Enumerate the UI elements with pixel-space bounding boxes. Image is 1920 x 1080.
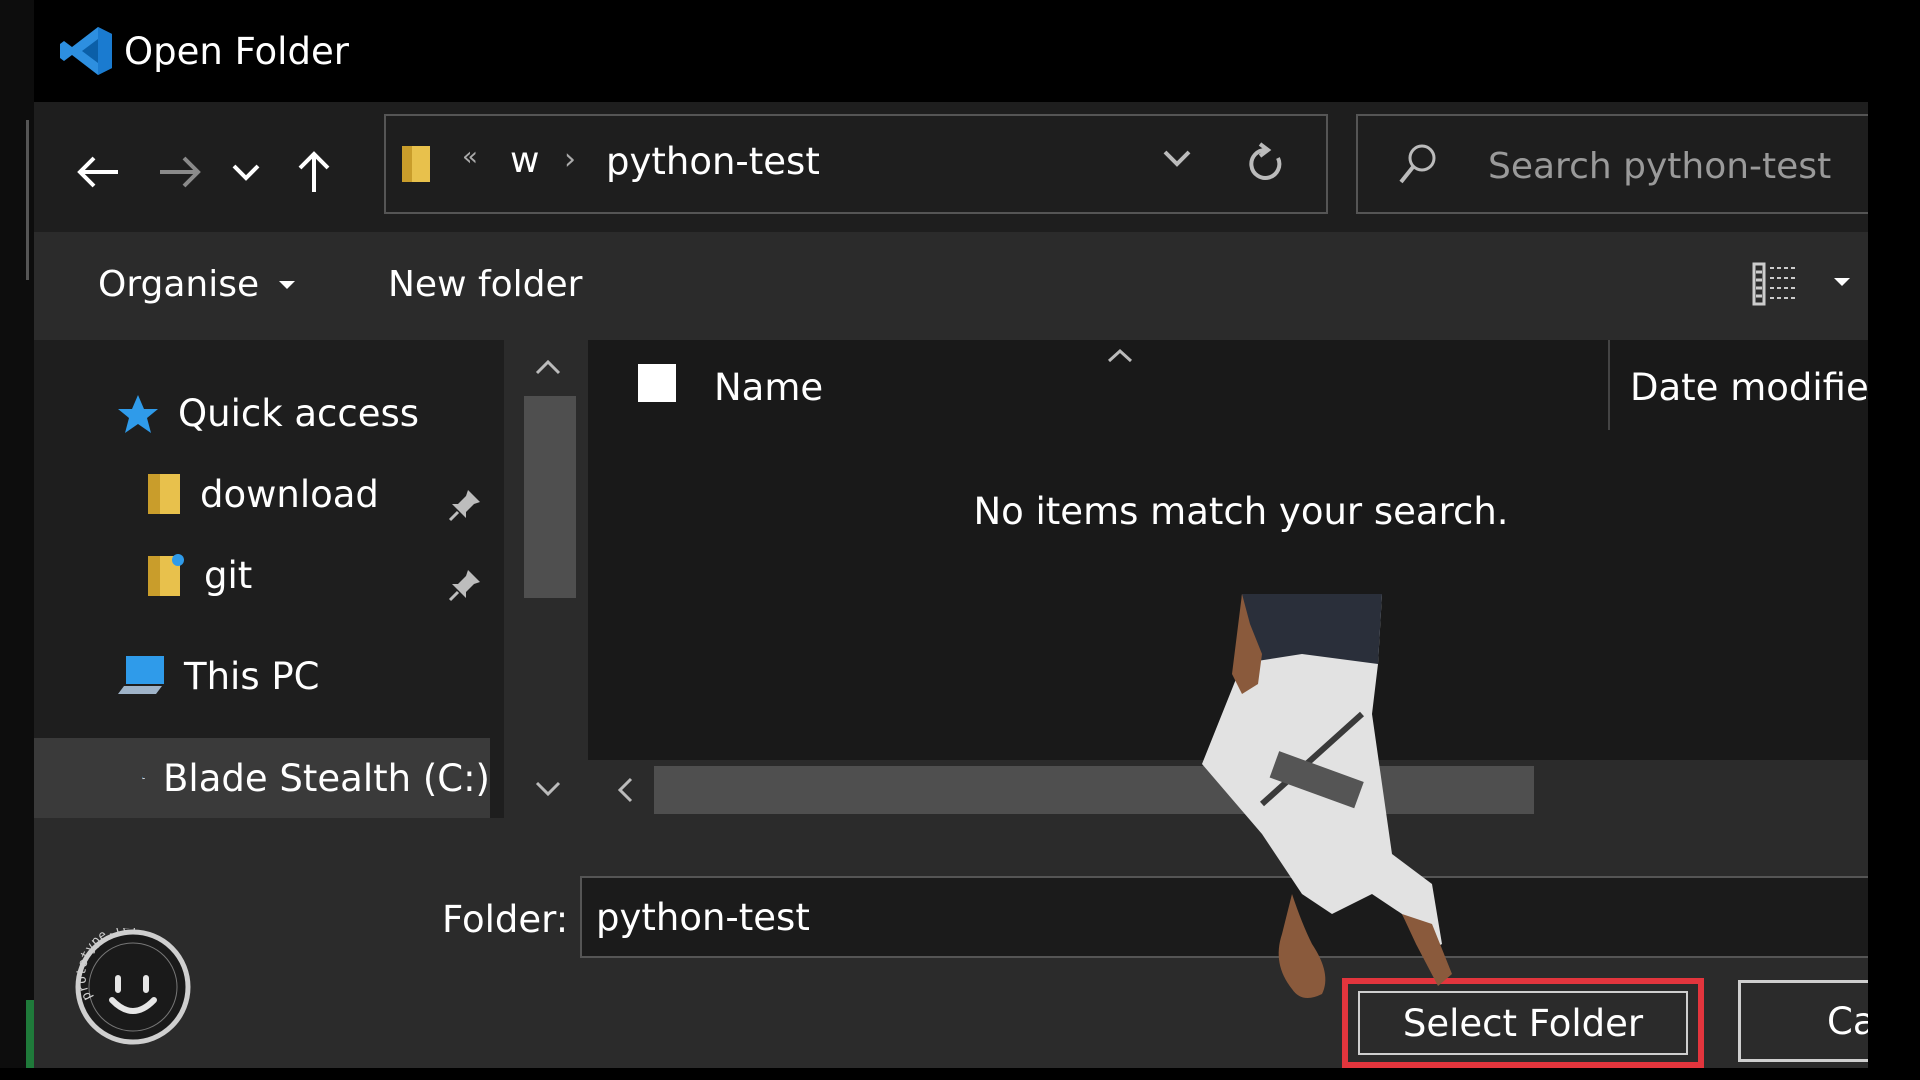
pin-icon[interactable] bbox=[448, 568, 482, 602]
folder-icon bbox=[148, 474, 180, 514]
background-scrollbar bbox=[26, 120, 29, 280]
drive-icon bbox=[142, 776, 145, 780]
vscode-icon bbox=[60, 27, 112, 75]
window-title: Open Folder bbox=[124, 30, 349, 73]
arrow-up-icon bbox=[298, 151, 330, 192]
scroll-left-icon[interactable] bbox=[616, 776, 634, 804]
nav-item-label: Blade Stealth (C:) bbox=[163, 756, 490, 800]
organise-label: Organise bbox=[98, 264, 260, 305]
arrow-left-icon bbox=[77, 156, 118, 188]
breadcrumb-current[interactable]: python-test bbox=[606, 140, 820, 183]
navigation-bar: « w › python-test bbox=[34, 102, 1894, 232]
person-cutout-image bbox=[1202, 594, 1452, 998]
arrow-right-icon bbox=[160, 156, 201, 188]
screen-edge bbox=[1868, 0, 1894, 1080]
forward-button[interactable] bbox=[150, 142, 210, 202]
caret-down-icon bbox=[279, 280, 296, 289]
select-all-checkbox[interactable] bbox=[638, 364, 676, 402]
nav-item-label: git bbox=[204, 553, 253, 597]
nav-item-label: Quick access bbox=[178, 392, 420, 435]
nav-item-label: download bbox=[200, 472, 379, 516]
navigation-pane-scrollbar[interactable] bbox=[512, 340, 580, 818]
breadcrumb-separator-icon[interactable]: › bbox=[564, 142, 576, 177]
breadcrumb-parent[interactable]: w bbox=[510, 140, 539, 181]
command-bar: Organise New folder bbox=[34, 232, 1894, 340]
pin-icon[interactable] bbox=[448, 488, 482, 522]
refresh-icon[interactable] bbox=[1246, 142, 1286, 186]
address-overflow[interactable]: « bbox=[462, 142, 478, 172]
address-bar[interactable]: « w › python-test bbox=[384, 114, 1328, 214]
nav-item-label: This PC bbox=[184, 654, 320, 698]
search-input[interactable] bbox=[1486, 140, 1890, 192]
back-button[interactable] bbox=[68, 142, 128, 202]
address-dropdown-icon[interactable] bbox=[1162, 148, 1192, 168]
search-icon bbox=[1399, 144, 1436, 184]
nav-item-blade-stealth[interactable]: Blade Stealth (C:) bbox=[34, 738, 490, 818]
up-button[interactable] bbox=[284, 142, 344, 202]
view-options-caret-icon[interactable] bbox=[1834, 278, 1850, 286]
nav-item-this-pc[interactable]: This PC bbox=[116, 654, 320, 698]
column-divider[interactable] bbox=[1608, 340, 1610, 430]
title-bar: Open Folder bbox=[34, 0, 1894, 102]
screen-bottom-edge bbox=[0, 1068, 1920, 1080]
watermark-logo: prototype.tel bbox=[74, 928, 191, 1045]
search-box[interactable] bbox=[1356, 114, 1894, 214]
folder-label: Folder: bbox=[442, 898, 569, 941]
column-header-name[interactable]: Name bbox=[714, 366, 823, 409]
recent-locations-button[interactable] bbox=[216, 142, 276, 202]
folder-icon bbox=[148, 554, 184, 596]
new-folder-button[interactable]: New folder bbox=[388, 264, 582, 305]
chevron-down-icon bbox=[232, 164, 260, 181]
open-folder-dialog: Open Folder « w › python-test Search pyt… bbox=[34, 0, 1894, 1080]
background-accent bbox=[26, 1000, 34, 1070]
organise-button[interactable]: Organise bbox=[98, 264, 296, 305]
computer-icon bbox=[118, 656, 164, 694]
scrollbar-thumb[interactable] bbox=[524, 396, 576, 598]
folder-icon bbox=[402, 146, 430, 182]
nav-item-quick-access[interactable]: Quick access bbox=[116, 392, 419, 435]
scroll-up-icon[interactable] bbox=[534, 358, 562, 376]
background-window-edge bbox=[0, 0, 34, 1080]
nav-item-download[interactable]: download bbox=[146, 472, 379, 516]
nav-item-git[interactable]: git bbox=[146, 552, 252, 598]
details-view-icon[interactable] bbox=[1752, 260, 1800, 308]
sort-ascending-icon bbox=[1107, 348, 1133, 363]
empty-message: No items match your search. bbox=[973, 490, 1509, 533]
column-header-date-modified[interactable]: Date modified bbox=[1630, 366, 1892, 409]
scroll-down-icon[interactable] bbox=[534, 780, 562, 798]
navigation-pane: Quick access download git This PC Blade … bbox=[34, 340, 504, 818]
star-icon bbox=[118, 394, 158, 433]
